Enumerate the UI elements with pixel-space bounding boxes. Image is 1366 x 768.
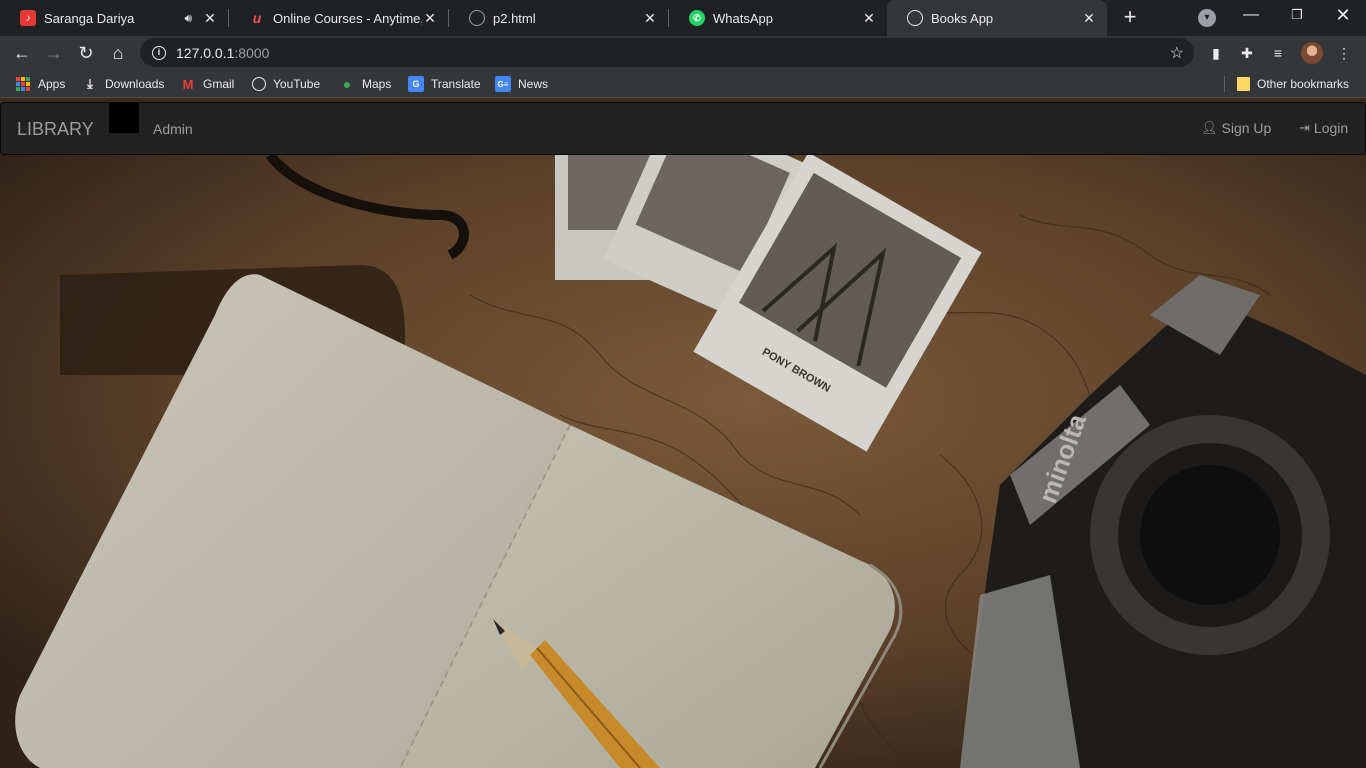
bookmark-news[interactable]: G≡ News xyxy=(495,75,548,93)
translate-icon: G xyxy=(408,76,424,92)
tab-strip: ♪ Saranga Dariya 🔊︎ ✕ u Online Courses -… xyxy=(0,0,1366,36)
tab-search-icon[interactable]: ▾ xyxy=(1198,9,1216,27)
tab-title: Online Courses - Anytime, Anywhere xyxy=(273,10,422,26)
bookmarks-bar: Apps ⤓ Downloads M Gmail YouTube ● Maps … xyxy=(0,70,1366,98)
globe-icon xyxy=(907,10,923,26)
address-bar[interactable]: i 127.0.0.1 :8000 ☆ xyxy=(140,38,1194,67)
hero-background-image: PONY BROWN minolta xyxy=(0,155,1366,768)
news-icon: G≡ xyxy=(495,76,511,92)
bookmark-label: Maps xyxy=(362,77,392,91)
brand-logo[interactable] xyxy=(109,103,139,133)
tab-title: WhatsApp xyxy=(713,10,773,26)
site-info-icon[interactable]: i xyxy=(152,45,166,60)
forward-button[interactable]: → xyxy=(41,40,67,66)
close-icon[interactable]: ✕ xyxy=(1081,10,1097,26)
browser-toolbar: ← → ↻ ⌂ i 127.0.0.1 :8000 ☆ ▮ ✚ ≡ ⋮ xyxy=(0,36,1366,70)
url-host: 127.0.0.1 xyxy=(176,44,235,61)
new-tab-button[interactable]: + xyxy=(1118,6,1142,30)
youtube-music-icon: ♪ xyxy=(20,10,36,26)
user-icon: 👤︎ xyxy=(1201,120,1218,135)
bookmark-label: Other bookmarks xyxy=(1257,77,1350,91)
bookmark-translate[interactable]: G Translate xyxy=(408,75,481,93)
bookmark-label: Apps xyxy=(38,77,66,91)
restore-button[interactable]: ❐ xyxy=(1274,0,1320,32)
tab-p2-html[interactable]: p2.html ✕ xyxy=(449,0,668,36)
minimize-button[interactable]: — xyxy=(1228,0,1274,32)
signup-label: Sign Up xyxy=(1221,120,1272,136)
url-port: :8000 xyxy=(234,44,270,61)
performance-icon[interactable]: ▮ xyxy=(1207,44,1225,62)
whatsapp-icon: ✆ xyxy=(689,10,705,26)
back-button[interactable]: ← xyxy=(9,40,35,66)
page-viewport: LIBRARY Admin 👤︎ Sign Up ⇥ Login PONY BR… xyxy=(0,98,1366,768)
maps-pin-icon: ● xyxy=(342,76,352,92)
close-icon[interactable]: ✕ xyxy=(642,10,658,26)
login-label: Login xyxy=(1313,120,1349,136)
bookmark-star-icon[interactable]: ☆ xyxy=(1170,43,1184,63)
tab-whatsapp[interactable]: ✆ WhatsApp ✕ xyxy=(669,0,887,36)
bookmarks-divider xyxy=(1224,76,1225,92)
tab-title: Books App xyxy=(931,10,994,26)
hero-illustration: PONY BROWN minolta xyxy=(0,155,1366,768)
gmail-icon: M xyxy=(182,76,194,92)
bookmark-label: Gmail xyxy=(203,77,235,91)
udemy-icon: u xyxy=(252,10,262,26)
tab-title: p2.html xyxy=(493,10,536,26)
bookmark-apps[interactable]: Apps xyxy=(16,75,65,93)
bookmark-label: News xyxy=(518,77,549,91)
tab-books-app[interactable]: Books App ✕ xyxy=(887,0,1107,36)
home-button[interactable]: ⌂ xyxy=(105,40,131,66)
site-navbar: LIBRARY Admin 👤︎ Sign Up ⇥ Login xyxy=(0,102,1366,155)
close-icon[interactable]: ✕ xyxy=(861,10,877,26)
bookmark-label: YouTube xyxy=(273,77,321,91)
bookmark-gmail[interactable]: M Gmail xyxy=(180,75,235,93)
brand-link[interactable]: LIBRARY xyxy=(17,119,94,140)
login-icon: ⇥ xyxy=(1299,120,1310,135)
tab-saranga-dariya[interactable]: ♪ Saranga Dariya 🔊︎ ✕ xyxy=(0,0,228,36)
extensions-puzzle-icon[interactable]: ✚ xyxy=(1238,44,1256,62)
globe-icon xyxy=(469,10,485,26)
close-window-button[interactable]: ✕ xyxy=(1320,0,1366,32)
folder-icon xyxy=(1237,77,1250,91)
bookmark-other[interactable]: Other bookmarks xyxy=(1237,75,1349,93)
tab-title: Saranga Dariya xyxy=(44,10,135,26)
apps-grid-icon xyxy=(16,77,30,91)
media-queue-icon[interactable]: ≡ xyxy=(1269,44,1287,62)
signup-link[interactable]: 👤︎ Sign Up xyxy=(1201,120,1271,136)
close-icon[interactable]: ✕ xyxy=(422,10,438,26)
bookmark-maps[interactable]: ● Maps xyxy=(339,75,392,93)
tab-online-courses[interactable]: u Online Courses - Anytime, Anywhere ✕ xyxy=(229,0,448,36)
globe-icon xyxy=(252,77,266,91)
nav-admin-link[interactable]: Admin xyxy=(153,121,193,137)
bookmark-youtube[interactable]: YouTube xyxy=(252,75,320,93)
reload-button[interactable]: ↻ xyxy=(73,40,99,66)
profile-avatar[interactable] xyxy=(1301,42,1323,64)
bookmark-downloads[interactable]: ⤓ Downloads xyxy=(82,75,164,93)
menu-kebab-icon[interactable]: ⋮ xyxy=(1335,44,1353,62)
bookmark-label: Downloads xyxy=(105,77,165,91)
bookmark-label: Translate xyxy=(431,77,481,91)
close-icon[interactable]: ✕ xyxy=(202,10,218,26)
login-link[interactable]: ⇥ Login xyxy=(1299,120,1348,136)
download-icon: ⤓ xyxy=(87,76,93,91)
audio-playing-icon[interactable]: 🔊︎ xyxy=(184,11,192,26)
